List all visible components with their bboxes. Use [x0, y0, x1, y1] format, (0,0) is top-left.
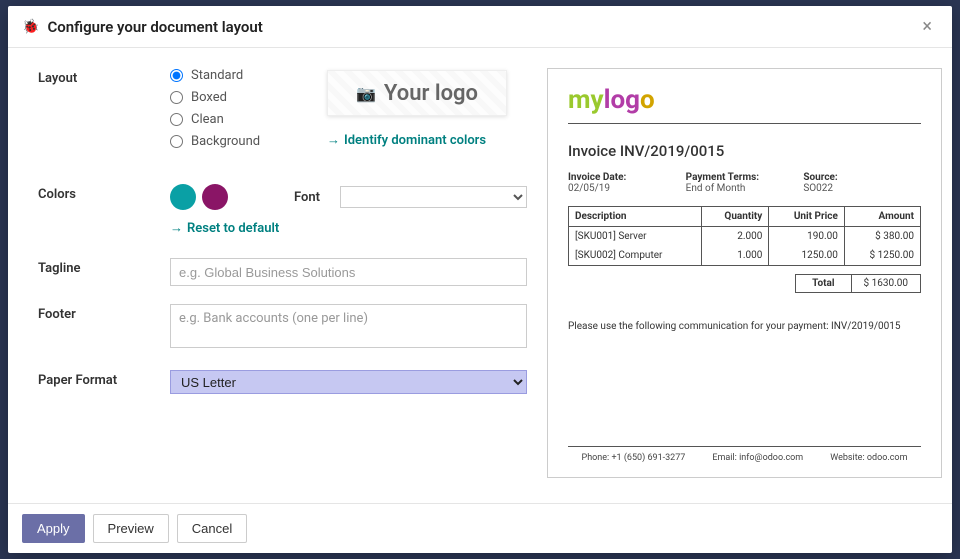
table-row: [SKU002] Computer 1.000 1250.00 $ 1250.0…	[569, 246, 921, 266]
paper-format-select[interactable]: US Letter	[170, 370, 527, 394]
invoice-preview: mylogo Invoice INV/2019/0015 Invoice Dat…	[547, 68, 942, 478]
footer-input[interactable]	[170, 304, 527, 348]
layout-label: Layout	[38, 68, 170, 156]
paper-row: Paper Format US Letter	[38, 370, 527, 394]
divider	[568, 123, 921, 124]
close-icon[interactable]: ×	[916, 16, 938, 37]
color-swatch-secondary[interactable]	[202, 184, 228, 210]
preview-footer: Phone: +1 (650) 691-3277 Email: info@odo…	[568, 446, 921, 463]
paper-label: Paper Format	[38, 370, 170, 394]
reset-default-link[interactable]: → Reset to default	[170, 220, 279, 236]
layout-row: Layout Standard Boxed	[38, 68, 327, 156]
arrow-right-icon: →	[327, 132, 340, 148]
cancel-button[interactable]: Cancel	[177, 514, 247, 543]
table-row: [SKU001] Server 2.000 190.00 $ 380.00	[569, 227, 921, 247]
layout-option-standard[interactable]: Standard	[170, 68, 327, 83]
bug-icon: 🐞	[22, 19, 39, 35]
camera-icon: 📷	[356, 84, 376, 103]
font-select[interactable]	[340, 186, 527, 208]
invoice-title: Invoice INV/2019/0015	[568, 142, 921, 160]
logo-upload[interactable]: 📷 Your logo	[327, 70, 507, 116]
preview-column: mylogo Invoice INV/2019/0015 Invoice Dat…	[547, 68, 942, 493]
preview-button[interactable]: Preview	[93, 514, 169, 543]
modal-header: 🐞 Configure your document layout ×	[8, 6, 952, 48]
form-column: Layout Standard Boxed	[38, 68, 547, 493]
payment-note: Please use the following communication f…	[568, 321, 921, 332]
col-description: Description	[569, 207, 702, 227]
color-swatch-primary[interactable]	[170, 184, 196, 210]
apply-button[interactable]: Apply	[22, 514, 85, 543]
invoice-meta: Invoice Date: 02/05/19 Payment Terms: En…	[568, 172, 921, 194]
layout-option-background[interactable]: Background	[170, 134, 327, 149]
radio-clean[interactable]	[170, 113, 183, 126]
invoice-lines-table: Description Quantity Unit Price Amount […	[568, 206, 921, 266]
col-quantity: Quantity	[701, 207, 768, 227]
configure-layout-modal: 🐞 Configure your document layout × Layou…	[8, 6, 952, 553]
tagline-input[interactable]	[170, 258, 527, 286]
modal-title: Configure your document layout	[47, 18, 262, 36]
logo-placeholder: Your logo	[384, 81, 478, 106]
modal-body: Layout Standard Boxed	[8, 48, 952, 503]
footer-label: Footer	[38, 304, 170, 352]
identify-colors-link[interactable]: → Identify dominant colors	[327, 132, 486, 148]
total-row: Total $ 1630.00	[568, 274, 921, 293]
layout-options: Standard Boxed Clean	[170, 68, 327, 156]
tagline-label: Tagline	[38, 258, 170, 286]
layout-option-boxed[interactable]: Boxed	[170, 90, 327, 105]
arrow-right-icon: →	[170, 220, 183, 236]
colors-row: Colors Font → Reset to default	[38, 184, 527, 236]
font-label: Font	[294, 190, 320, 205]
footer-row: Footer	[38, 304, 527, 352]
col-amount: Amount	[844, 207, 920, 227]
tagline-row: Tagline	[38, 258, 527, 286]
layout-option-clean[interactable]: Clean	[170, 112, 327, 127]
radio-background[interactable]	[170, 135, 183, 148]
colors-label: Colors	[38, 184, 170, 236]
col-unit-price: Unit Price	[769, 207, 845, 227]
radio-boxed[interactable]	[170, 91, 183, 104]
modal-footer: Apply Preview Cancel	[8, 503, 952, 553]
radio-standard[interactable]	[170, 69, 183, 82]
preview-logo: mylogo	[568, 85, 921, 115]
